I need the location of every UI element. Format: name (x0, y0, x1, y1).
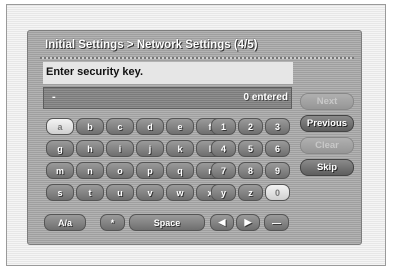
security-key-value: - (52, 91, 56, 103)
key-o[interactable]: o (106, 162, 134, 179)
key-m[interactable]: m (46, 162, 74, 179)
key-1[interactable]: 1 (211, 118, 236, 135)
key-p[interactable]: p (136, 162, 164, 179)
key-e[interactable]: e (166, 118, 194, 135)
key-5[interactable]: 5 (238, 140, 263, 157)
key-8[interactable]: 8 (238, 162, 263, 179)
key-0[interactable]: 0 (265, 184, 290, 201)
key-w[interactable]: w (166, 184, 194, 201)
key-cursor-left-icon[interactable]: ◀ (210, 214, 234, 231)
key-u[interactable]: u (106, 184, 134, 201)
key-2[interactable]: 2 (238, 118, 263, 135)
key-b[interactable]: b (76, 118, 104, 135)
key-j[interactable]: j (136, 140, 164, 157)
key-k[interactable]: k (166, 140, 194, 157)
key-3[interactable]: 3 (265, 118, 290, 135)
dialog-title: Initial Settings > Network Settings (4/5… (45, 39, 258, 51)
previous-button[interactable]: Previous (300, 115, 354, 132)
title-divider (40, 57, 354, 59)
key-y[interactable]: y (211, 184, 236, 201)
key-g[interactable]: g (46, 140, 74, 157)
key-s[interactable]: s (46, 184, 74, 201)
key-a[interactable]: a (46, 118, 74, 135)
entered-count: 0 entered (243, 92, 288, 103)
key-q[interactable]: q (166, 162, 194, 179)
key-d[interactable]: d (136, 118, 164, 135)
key-t[interactable]: t (76, 184, 104, 201)
prompt-label: Enter security key. (46, 66, 144, 78)
key-7[interactable]: 7 (211, 162, 236, 179)
key-cursor-right-icon[interactable]: ▶ (236, 214, 260, 231)
key-h[interactable]: h (76, 140, 104, 157)
key-n[interactable]: n (76, 162, 104, 179)
key-i[interactable]: i (106, 140, 134, 157)
key-c[interactable]: c (106, 118, 134, 135)
skip-button[interactable]: Skip (300, 159, 354, 176)
key-9[interactable]: 9 (265, 162, 290, 179)
key-case-toggle[interactable]: A/a (44, 214, 86, 231)
key-z[interactable]: z (238, 184, 263, 201)
key-4[interactable]: 4 (211, 140, 236, 157)
key-delete[interactable]: — (264, 214, 289, 231)
key-symbols[interactable]: * (100, 214, 125, 231)
next-button[interactable]: Next (300, 93, 354, 110)
key-v[interactable]: v (136, 184, 164, 201)
clear-button[interactable]: Clear (300, 137, 354, 154)
key-space[interactable]: Space (129, 214, 205, 231)
key-6[interactable]: 6 (265, 140, 290, 157)
